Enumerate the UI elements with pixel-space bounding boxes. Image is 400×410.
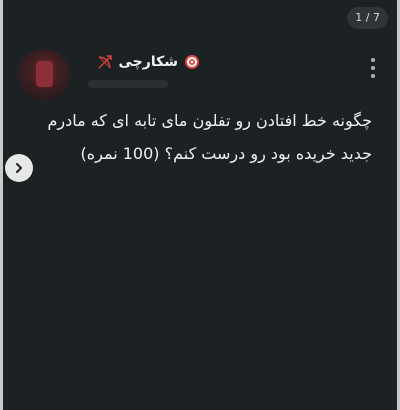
post-viewer: 1 / 7 شکارچی چگونه خط افتادن رو تفلون ما… <box>0 0 400 410</box>
next-button[interactable] <box>5 154 33 182</box>
left-edge-divider <box>0 0 3 410</box>
bow-arrow-icon <box>97 54 113 70</box>
post-body-text: چگونه خط افتادن رو تفلون مای تابه ای که … <box>47 111 372 163</box>
avatar-figure <box>36 61 53 87</box>
target-icon <box>184 54 200 70</box>
page-counter: 1 / 7 <box>347 7 388 29</box>
author-row[interactable]: شکارچی <box>97 54 200 70</box>
chevron-right-icon <box>13 159 25 178</box>
avatar[interactable] <box>18 49 70 101</box>
author-subline-blurred <box>88 80 168 88</box>
username[interactable]: شکارچی <box>119 54 178 70</box>
more-vertical-icon[interactable] <box>370 58 376 80</box>
